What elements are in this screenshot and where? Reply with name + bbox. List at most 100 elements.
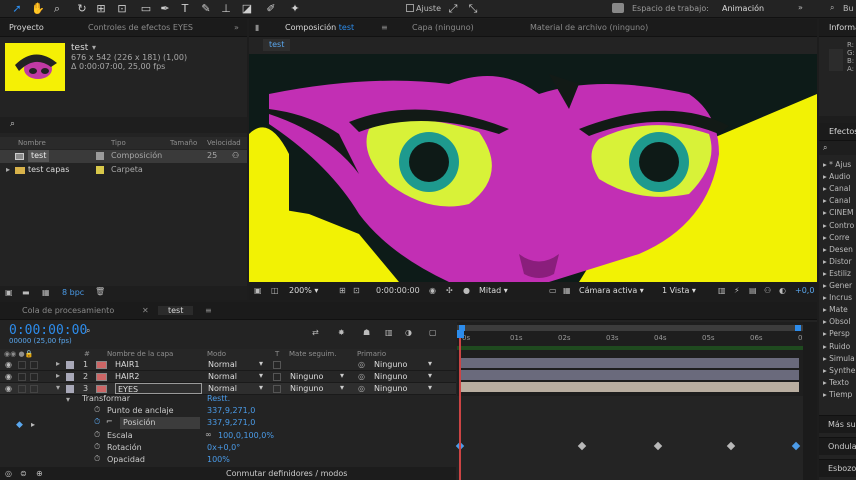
property-value[interactable]: 100% [207,454,230,466]
chevron-down-icon[interactable]: ▾ [340,383,344,392]
lock-toggle[interactable] [30,373,38,381]
parent-dropdown[interactable]: Ninguno [374,371,407,383]
flowchart-icon[interactable]: ⚇ [232,151,239,160]
in-out-icon[interactable]: ⊕ [36,469,43,478]
new-folder-icon[interactable]: ▬ [22,288,30,297]
col-rate[interactable]: Velocidad [207,137,241,149]
bit-depth-label[interactable]: 8 bpc [62,288,84,297]
tab-timeline-comp[interactable]: test [158,306,194,315]
stopwatch-icon[interactable]: ⏱ [94,417,100,427]
search-help-label[interactable]: Bu [843,4,854,13]
snapshot-icon[interactable]: ◉ [429,286,436,295]
tab-close-icon[interactable]: ✕ [142,306,149,315]
comp-mini-flowchart-icon[interactable]: ⇄ [312,328,319,337]
camera-dropdown[interactable]: Cámara activa ▾ [579,286,644,295]
prev-keyframe-icon[interactable]: ◆ [16,420,23,430]
pen-tool-icon[interactable]: ✒ [158,2,172,16]
project-row[interactable]: ▸ test capas Carpeta [0,164,247,177]
always-preview-icon[interactable]: ▣ [254,286,262,295]
effect-category[interactable]: ▸ Persp [823,328,850,340]
tab-close-icon[interactable]: ≡ [381,23,388,32]
effect-category[interactable]: ▸ Synthe [823,365,855,377]
work-area-end-handle[interactable] [795,325,801,331]
time-ruler[interactable]: 0s01s02s03s04s05s06s07s [457,332,811,346]
effect-category[interactable]: ▸ Mate [823,304,848,316]
pickwhip-icon[interactable]: ◎ [358,372,365,381]
chevron-down-icon[interactable]: ▾ [428,359,432,368]
hand-tool-icon[interactable]: ✋ [31,2,45,16]
comp-breadcrumb[interactable]: test [263,39,291,51]
zoom-dropdown[interactable]: 200% ▾ [289,286,318,295]
eye-icon[interactable]: ◉ [5,384,12,393]
graph-editor-icon[interactable]: ▢ [429,328,437,337]
roto-brush-tool-icon[interactable]: ✐ [264,2,278,16]
pickwhip-icon[interactable]: ◎ [358,360,365,369]
playhead-handle[interactable] [457,330,464,338]
project-search-bar[interactable]: ⌕ [0,117,247,133]
keyframe[interactable] [726,441,736,451]
stopwatch-icon[interactable]: ⏱ [94,442,100,452]
safe-zones-icon[interactable]: ⊞ [339,286,346,295]
preserve-transparency-toggle[interactable] [273,361,281,369]
timeline-timecode[interactable]: 0:00:00:00 [9,323,87,338]
snap-checkbox[interactable] [406,4,414,12]
modes-icon[interactable]: ⊜ [20,469,27,478]
property-row[interactable]: ⏱ Opacidad 100% [0,454,456,466]
solo-toggle[interactable] [18,373,26,381]
comp-canvas[interactable] [249,54,817,282]
tab-menu-icon[interactable]: ≡ [205,306,212,315]
effect-category[interactable]: ▸ Ruido [823,341,850,353]
flowchart-icon[interactable]: ⚇ [764,286,771,295]
sketch-panel[interactable]: Esbozo [819,459,856,477]
matte-dropdown[interactable]: Ninguno [290,371,323,383]
preserve-transparency-toggle[interactable] [273,385,281,393]
lock-toggle[interactable] [30,361,38,369]
grid-icon[interactable]: ⊡ [353,286,360,295]
text-tool-icon[interactable]: T [178,2,192,16]
effect-category[interactable]: ▸ Tiemp [823,389,852,401]
search-help-icon[interactable]: ⌕ [830,3,834,13]
tab-composition[interactable]: Composición test [285,23,354,32]
parent-dropdown[interactable]: Ninguno [374,383,407,395]
graph-icon[interactable]: ⌐ [106,417,113,426]
work-area-bar[interactable] [457,325,803,331]
effects-search[interactable]: ⌕ [819,141,856,155]
stopwatch-icon[interactable]: ⏱ [94,454,100,464]
views-dropdown[interactable]: 1 Vista ▾ [662,286,696,295]
zoom-tool-icon[interactable]: ⌕ [50,2,64,16]
property-value[interactable]: 337,9,271,0 [207,417,255,429]
preserve-transparency-toggle[interactable] [273,373,281,381]
chevron-down-icon[interactable]: ▾ [340,371,344,380]
property-value[interactable]: 337,9,271,0 [207,405,255,417]
effect-category[interactable]: ▸ Texto [823,377,849,389]
timeline-icon[interactable]: ▤ [749,286,757,295]
brush-tool-icon[interactable]: ✎ [199,2,213,16]
layer-bar[interactable] [459,370,799,380]
label-color-swatch[interactable] [66,385,74,393]
label-color-swatch[interactable] [96,166,104,174]
more-panel[interactable]: Más su [819,415,856,433]
show-channel-icon[interactable]: ✣ [446,286,453,295]
disclosure-triangle-icon[interactable]: ▾ [56,383,60,392]
layer-row[interactable]: ◉ ▸ 2 HAIR2 Normal ▾ Ninguno ▾ ◎ Ninguno ▾ [0,371,456,383]
workspace-menu-icon[interactable]: » [798,3,803,12]
wave-panel[interactable]: Ondula [819,437,856,455]
next-keyframe-icon[interactable]: ▸ [31,420,35,429]
effect-category[interactable]: ▸ Obsol [823,316,850,328]
mode-dropdown[interactable]: Normal [208,359,237,371]
chevron-down-icon[interactable]: ▾ [428,371,432,380]
label-color-swatch[interactable] [96,152,104,160]
tab-info[interactable]: Informac [829,23,856,32]
label-color-swatch[interactable] [66,373,74,381]
reset-link[interactable]: Restt. [207,393,230,405]
workspace-value[interactable]: Animación [722,4,764,13]
col-name[interactable]: Nombre [18,137,46,149]
tab-render-queue[interactable]: Cola de procesamiento [22,306,114,315]
property-value[interactable]: 0x+0,0° [207,442,240,454]
current-time-indicator[interactable] [459,330,461,480]
mask-visibility-icon[interactable]: ◫ [271,286,279,295]
effect-category[interactable]: ▸ Estiliz [823,268,851,280]
layer-bar[interactable] [459,382,799,392]
transparency-grid-icon[interactable]: ▦ [563,286,571,295]
effect-category[interactable]: ▸ Audio [823,171,850,183]
